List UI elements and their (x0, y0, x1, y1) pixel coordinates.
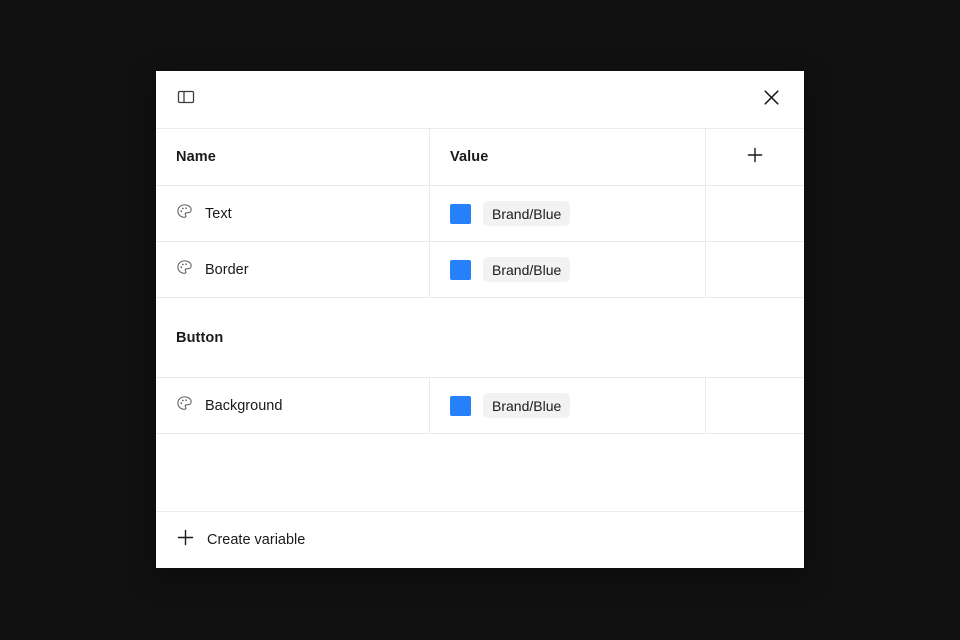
row-value-cell[interactable]: Brand/Blue (430, 378, 706, 433)
table-row[interactable]: Border Brand/Blue (156, 242, 804, 298)
create-variable-button[interactable]: Create variable (156, 511, 804, 568)
column-header-value-label: Value (450, 149, 489, 165)
row-name-cell: Text (156, 186, 430, 241)
color-swatch[interactable] (450, 203, 471, 224)
table-row[interactable]: Text Brand/Blue (156, 186, 804, 242)
group-name: Button (176, 329, 224, 346)
color-swatch[interactable] (450, 395, 471, 416)
table-row[interactable]: Background Brand/Blue (156, 378, 804, 434)
sidebar-panel-icon (176, 87, 196, 112)
variable-alias-chip[interactable]: Brand/Blue (483, 201, 571, 226)
color-palette-icon (176, 395, 193, 417)
screen-canvas: Name Value Text Brand/Blue Border Brand/… (0, 0, 960, 640)
plus-icon (746, 146, 764, 169)
variable-alias-chip[interactable]: Brand/Blue (483, 393, 571, 418)
variable-name: Border (205, 261, 249, 278)
column-header-name-label: Name (176, 149, 216, 165)
column-header-name: Name (156, 129, 430, 185)
row-value-cell[interactable]: Brand/Blue (430, 242, 706, 297)
row-value-cell[interactable]: Brand/Blue (430, 186, 706, 241)
column-header-value: Value (430, 129, 706, 185)
table-body: Text Brand/Blue Border Brand/Blue Button… (156, 186, 804, 511)
create-variable-label: Create variable (207, 532, 306, 548)
row-action-cell (706, 378, 804, 433)
dialog-toolbar (156, 71, 804, 128)
group-header-row[interactable]: Button (156, 298, 804, 378)
color-swatch[interactable] (450, 259, 471, 280)
plus-icon (176, 528, 195, 552)
empty-table-space (156, 434, 804, 511)
close-icon (763, 89, 780, 111)
add-variable-button[interactable] (706, 129, 804, 185)
row-name-cell: Background (156, 378, 430, 433)
variable-name: Background (205, 397, 283, 414)
row-name-cell: Border (156, 242, 430, 297)
color-palette-icon (176, 259, 193, 281)
sidebar-toggle-button[interactable] (172, 86, 200, 114)
variables-dialog: Name Value Text Brand/Blue Border Brand/… (156, 71, 804, 568)
row-action-cell (706, 186, 804, 241)
variable-name: Text (205, 205, 232, 222)
row-action-cell (706, 242, 804, 297)
close-dialog-button[interactable] (756, 85, 786, 115)
table-header-row: Name Value (156, 128, 804, 186)
color-palette-icon (176, 203, 193, 225)
variable-alias-chip[interactable]: Brand/Blue (483, 257, 571, 282)
